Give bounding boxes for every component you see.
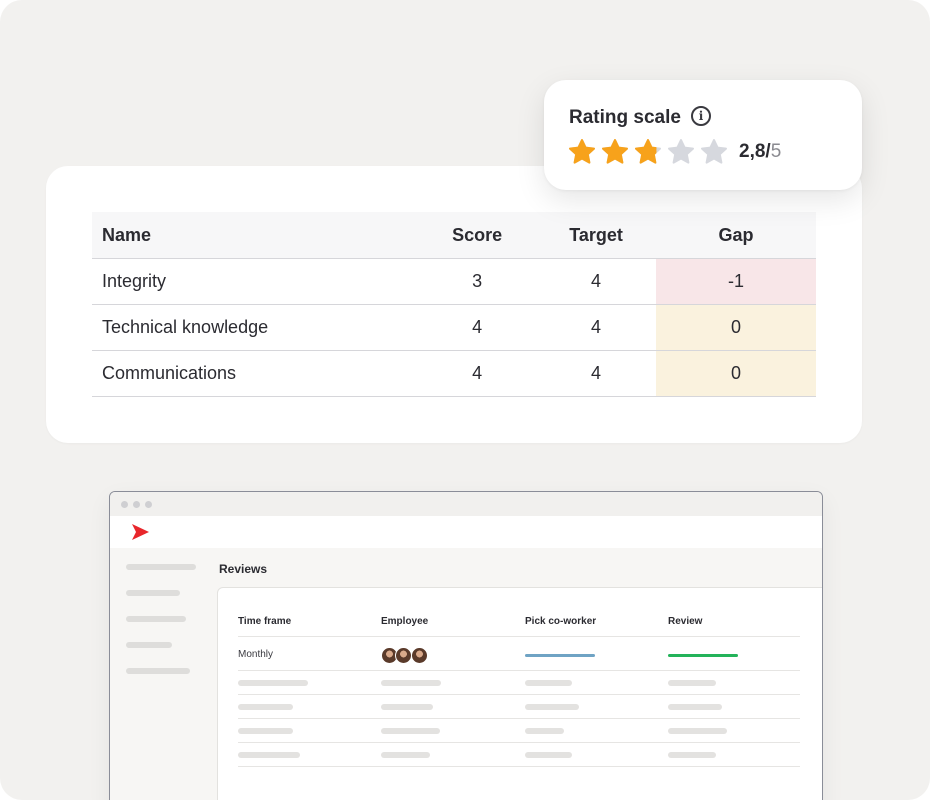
rating-value-number: 2,8/: [739, 141, 771, 162]
placeholder-cell: [668, 680, 716, 686]
column-header-pick-coworker: Pick co-worker: [525, 616, 597, 627]
placeholder-cell: [525, 680, 572, 686]
avatar[interactable]: [411, 647, 428, 664]
row-divider: [238, 694, 800, 695]
placeholder-cell: [381, 704, 433, 710]
placeholder-cell: [238, 752, 300, 758]
placeholder-cell: [525, 704, 579, 710]
row-divider: [238, 742, 800, 743]
row-target: 4: [536, 258, 657, 305]
row-score: 3: [418, 258, 537, 305]
rating-title: Rating scale: [569, 107, 681, 128]
sidebar-item[interactable]: [126, 668, 190, 674]
sidebar-item[interactable]: [126, 616, 186, 622]
score-card: Name Score Target Gap Integrity 3 4 -1 T…: [46, 166, 862, 443]
column-header-review: Review: [668, 616, 703, 627]
time-frame-value[interactable]: Monthly: [238, 649, 273, 660]
sidebar-item[interactable]: [126, 564, 196, 570]
reviews-panel: Time frame Employee Pick co-worker Revie…: [217, 587, 822, 800]
row-gap: -1: [656, 258, 816, 305]
header-target: Target: [536, 212, 657, 259]
star-partial-icon[interactable]: [634, 138, 662, 166]
app-header: [110, 516, 822, 548]
score-table: Name Score Target Gap Integrity 3 4 -1 T…: [92, 212, 816, 397]
brand-logo-icon[interactable]: [130, 523, 150, 541]
table-row: Technical knowledge 4 4 0: [92, 304, 816, 351]
review-progress-bar[interactable]: [668, 654, 738, 657]
window-dot: [133, 501, 140, 508]
info-icon[interactable]: i: [691, 106, 711, 126]
row-divider: [238, 766, 800, 767]
rating-max: 5: [770, 141, 782, 162]
star-empty-icon[interactable]: [667, 138, 695, 166]
header-score: Score: [418, 212, 537, 259]
row-divider: [238, 718, 800, 719]
row-divider: [238, 670, 800, 671]
table-row: Integrity 3 4 -1: [92, 258, 816, 305]
window-dot: [121, 501, 128, 508]
table-row: Communications 4 4 0: [92, 350, 816, 397]
placeholder-cell: [525, 728, 564, 734]
star-filled-icon[interactable]: [568, 138, 596, 166]
row-score: 4: [418, 350, 537, 397]
header-name: Name: [92, 212, 419, 259]
column-header-time-frame: Time frame: [238, 616, 292, 627]
placeholder-cell: [238, 728, 293, 734]
avatar[interactable]: [395, 647, 412, 664]
row-gap: 0: [656, 350, 816, 397]
row-gap: 0: [656, 304, 816, 351]
star-filled-icon[interactable]: [601, 138, 629, 166]
sidebar-item[interactable]: [126, 590, 180, 596]
table-header-row: Name Score Target Gap: [92, 212, 816, 259]
header-gap: Gap: [656, 212, 816, 259]
rating-scale-card: Rating scale i 2,8/5: [544, 80, 862, 190]
window-dot: [145, 501, 152, 508]
placeholder-cell: [381, 728, 440, 734]
page-title: Reviews: [219, 562, 268, 576]
row-name: Communications: [92, 350, 419, 397]
rating-value: 2,8/5: [739, 141, 781, 163]
star-empty-icon[interactable]: [700, 138, 728, 166]
placeholder-cell: [525, 752, 572, 758]
window-titlebar: [110, 492, 822, 516]
placeholder-cell: [238, 680, 308, 686]
row-target: 4: [536, 304, 657, 351]
placeholder-cell: [668, 704, 722, 710]
row-score: 4: [418, 304, 537, 351]
app-window: Reviews Time frame Employee Pick co-work…: [109, 491, 823, 800]
coworker-progress-bar[interactable]: [525, 654, 595, 657]
row-name: Technical knowledge: [92, 304, 419, 351]
placeholder-cell: [381, 680, 441, 686]
row-target: 4: [536, 350, 657, 397]
row-name: Integrity: [92, 258, 419, 305]
placeholder-cell: [381, 752, 430, 758]
canvas: Name Score Target Gap Integrity 3 4 -1 T…: [0, 0, 930, 800]
placeholder-cell: [238, 704, 293, 710]
sidebar-item[interactable]: [126, 642, 172, 648]
placeholder-cell: [668, 752, 716, 758]
row-divider: [238, 636, 800, 637]
column-header-employee: Employee: [381, 616, 429, 627]
placeholder-cell: [668, 728, 727, 734]
